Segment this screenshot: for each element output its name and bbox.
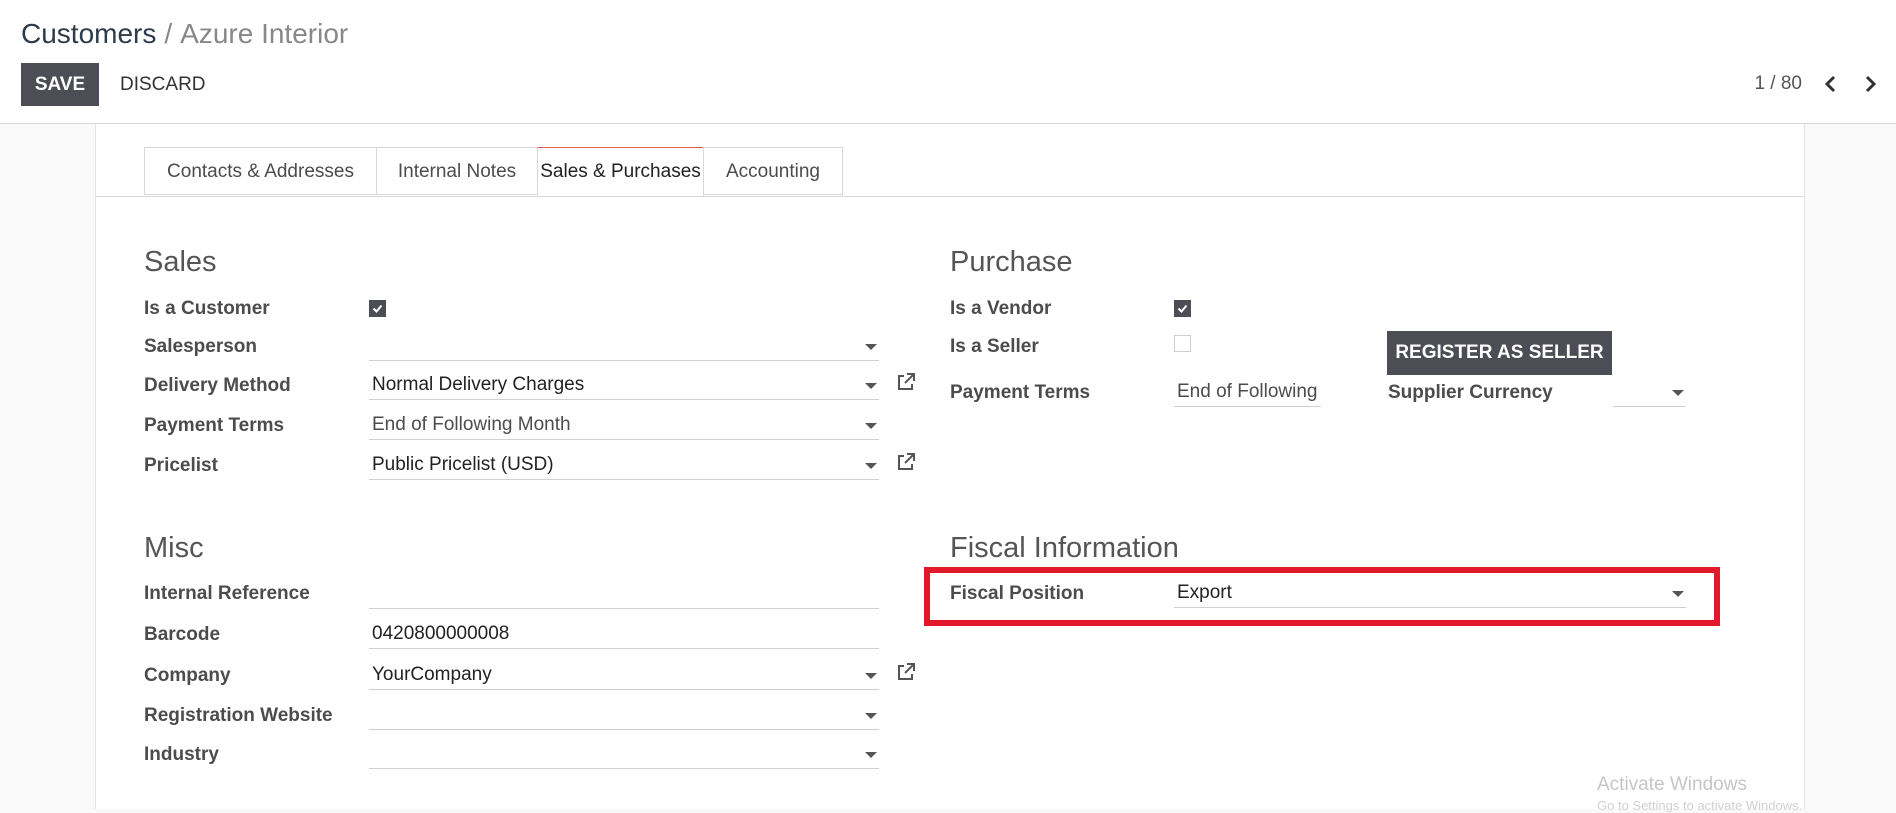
supplier-currency-select[interactable]: [1613, 377, 1686, 407]
breadcrumb-current: Azure Interior: [180, 18, 349, 49]
caret-down-icon: [865, 463, 877, 469]
delivery-method-select[interactable]: Normal Delivery Charges: [369, 370, 879, 400]
caret-down-icon: [865, 713, 877, 719]
fiscal-section-title: Fiscal Information: [950, 532, 1179, 564]
breadcrumb-separator: /: [164, 18, 173, 49]
internal-reference-input[interactable]: [369, 579, 879, 609]
pager-next-button[interactable]: [1856, 68, 1886, 100]
is-seller-label: Is a Seller: [950, 336, 1039, 357]
fiscal-position-highlight-box: [924, 567, 1720, 626]
payment-terms-label: Payment Terms: [144, 415, 285, 436]
discard-button[interactable]: DISCARD: [110, 63, 216, 106]
company-value: YourCompany: [372, 664, 492, 685]
purchase-section-title: Purchase: [950, 246, 1073, 278]
salesperson-select[interactable]: [369, 331, 879, 361]
is-customer-label: Is a Customer: [144, 298, 270, 319]
save-button[interactable]: SAVE: [21, 63, 99, 106]
delivery-method-value: Normal Delivery Charges: [372, 374, 585, 395]
activate-windows-subtext: Go to Settings to activate Windows.: [1597, 798, 1803, 813]
sales-section-title: Sales: [144, 246, 217, 278]
is-vendor-checkbox[interactable]: [1174, 300, 1191, 317]
breadcrumb: Customers / Azure Interior: [21, 18, 348, 50]
industry-select[interactable]: [369, 739, 879, 769]
tab-sales-purchases[interactable]: Sales & Purchases: [537, 147, 704, 196]
pricelist-value: Public Pricelist (USD): [372, 454, 554, 475]
caret-down-icon: [865, 423, 877, 429]
register-as-seller-button[interactable]: REGISTER AS SELLER: [1387, 331, 1612, 375]
purchase-payment-terms-label: Payment Terms: [950, 382, 1091, 403]
chevron-left-icon: [1824, 75, 1836, 93]
barcode-value: 0420800000008: [372, 623, 510, 644]
control-panel: Customers / Azure Interior SAVE DISCARD 1 …: [0, 0, 1896, 124]
caret-down-icon: [865, 383, 877, 389]
barcode-label: Barcode: [144, 624, 221, 645]
pricelist-external-link-icon[interactable]: [895, 451, 917, 473]
is-seller-checkbox[interactable]: [1174, 335, 1191, 352]
misc-section-title: Misc: [144, 532, 204, 564]
barcode-input[interactable]: 0420800000008: [369, 619, 879, 649]
industry-label: Industry: [144, 744, 219, 765]
company-select[interactable]: YourCompany: [369, 660, 879, 690]
purchase-payment-terms-value: End of Following: [1177, 381, 1318, 402]
breadcrumb-customers-link[interactable]: Customers: [21, 18, 156, 49]
tab-contacts-addresses[interactable]: Contacts & Addresses: [144, 147, 377, 195]
purchase-payment-terms-select[interactable]: End of Following: [1174, 377, 1321, 407]
caret-down-icon: [865, 752, 877, 758]
internal-reference-label: Internal Reference: [144, 583, 310, 604]
is-vendor-label: Is a Vendor: [950, 298, 1052, 319]
supplier-currency-label: Supplier Currency: [1388, 382, 1553, 403]
delivery-method-external-link-icon[interactable]: [895, 371, 917, 393]
caret-down-icon: [865, 344, 877, 350]
payment-terms-value: End of Following Month: [372, 414, 571, 435]
caret-down-icon: [865, 673, 877, 679]
company-external-link-icon[interactable]: [895, 661, 917, 683]
pricelist-select[interactable]: Public Pricelist (USD): [369, 450, 879, 480]
tab-internal-notes[interactable]: Internal Notes: [376, 147, 538, 195]
pager-counter: 1 / 80: [1754, 73, 1802, 94]
pricelist-label: Pricelist: [144, 455, 218, 476]
is-customer-checkbox[interactable]: [369, 300, 386, 317]
checkmark-icon: [1177, 304, 1188, 313]
registration-website-label: Registration Website: [144, 705, 333, 726]
company-label: Company: [144, 665, 231, 686]
registration-website-select[interactable]: [369, 700, 879, 730]
activate-windows-watermark: Activate Windows: [1597, 774, 1747, 795]
notebook-tabs: Contacts & Addresses Internal Notes Sale…: [96, 147, 1804, 197]
chevron-right-icon: [1865, 75, 1877, 93]
checkmark-icon: [372, 304, 383, 313]
form-sheet: Contacts & Addresses Internal Notes Sale…: [95, 124, 1805, 809]
caret-down-icon: [1672, 390, 1684, 396]
delivery-method-label: Delivery Method: [144, 375, 291, 396]
salesperson-label: Salesperson: [144, 336, 257, 357]
payment-terms-select[interactable]: End of Following Month: [369, 410, 879, 440]
tab-accounting[interactable]: Accounting: [703, 147, 843, 195]
pager-previous-button[interactable]: [1815, 68, 1845, 100]
